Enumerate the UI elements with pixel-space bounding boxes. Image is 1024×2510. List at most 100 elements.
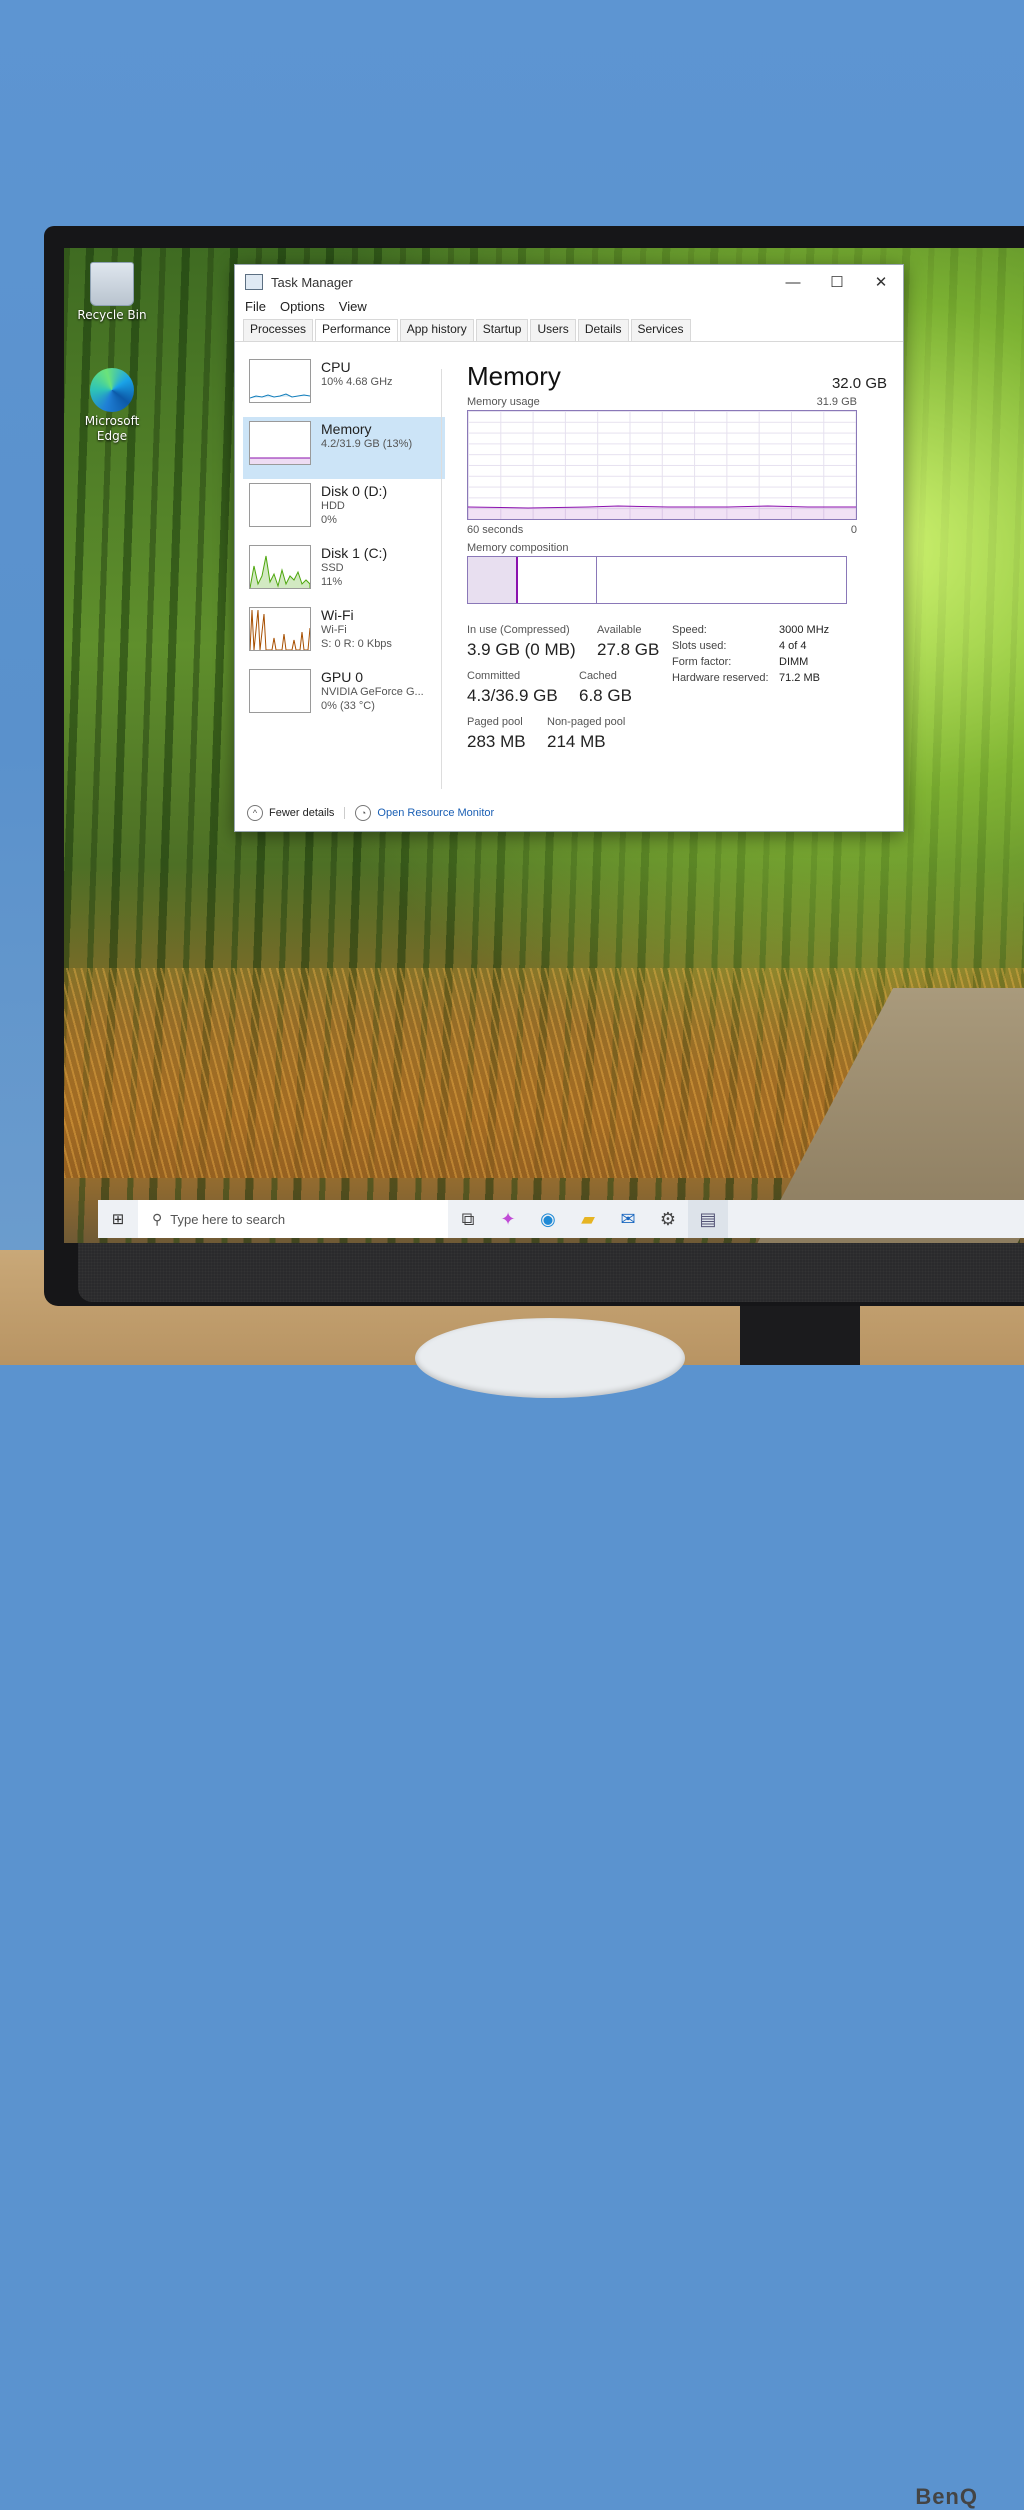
resource-name: GPU 0 [321,669,364,685]
tab-startup[interactable]: Startup [475,319,529,341]
mail-icon[interactable]: ✉ [608,1200,648,1238]
desktop-icon-label: Recycle Bin [77,308,147,322]
tab-app-history[interactable]: App history [399,319,474,341]
start-button[interactable]: ⊞ [98,1210,138,1228]
search-icon: ⚲ [152,1210,163,1227]
task-view-icon[interactable]: ⧉ [448,1200,488,1238]
recycle-bin-icon [90,262,134,306]
resource-disk-0[interactable]: Disk 0 (D:) HDD 0% [243,479,445,541]
search-placeholder: Type here to search [170,1211,286,1227]
resource-detail-2: 0% [321,514,337,526]
resource-detail-2: 0% (33 °C) [321,700,375,712]
memory-composition-bar [467,556,847,604]
memory-total: 32.0 GB [831,375,887,392]
memory-panel: Memory 32.0 GB Memory usage 31.9 GB 60 s… [467,361,887,774]
spec-value: 3000 MHz [779,624,830,636]
edge-icon[interactable]: ◉ [528,1200,568,1238]
windows-logo-icon: ⊞ [111,1210,125,1228]
resource-detail-2: 11% [321,576,343,588]
close-button[interactable]: ✕ [859,267,903,297]
copilot-icon[interactable]: ✦ [488,1200,528,1238]
resource-detail: Wi-Fi [321,624,347,636]
spec-key: Slots used: [672,640,727,652]
resource-detail: 4.2/31.9 GB (13%) [321,438,413,450]
resource-monitor-icon: ◔ [355,805,372,821]
settings-icon[interactable]: ⚙ [648,1200,688,1238]
wifi-thumbnail-graph [249,607,311,651]
cached-value: 6.8 GB [579,686,632,705]
committed-value: 4.3/36.9 GB [467,686,558,705]
composition-in-use [468,557,518,603]
tab-details[interactable]: Details [577,319,629,341]
spec-key: Hardware reserved: [672,672,769,684]
resource-gpu-0[interactable]: GPU 0 NVIDIA GeForce G... 0% (33 °C) [243,665,445,727]
resource-name: Disk 0 (D:) [321,483,388,499]
in-use-label: In use (Compressed) [467,624,570,636]
monitor-chin: BenQ [78,1240,1024,2509]
cached-label: Cached [579,670,617,682]
footer: ^ Fewer details ◔ Open Resource Monitor [247,805,494,821]
available-value: 27.8 GB [597,640,660,659]
resource-detail: 10% 4.68 GHz [321,376,393,388]
memory-usage-graph [467,410,857,520]
memory-thumbnail-graph [249,421,311,465]
taskbar: ⊞ ⚲ Type here to search ⧉ ✦ ◉ ▰ ✉ ⚙ ▤ [98,1200,1024,1238]
menu-file[interactable]: File [245,299,266,319]
resource-list: CPU 10% 4.68 GHz Memory 4.2/31.9 GB (13%… [243,355,445,775]
window-title: Task Manager [271,274,353,290]
minimize-button[interactable]: — [771,267,815,297]
resource-name: Disk 1 (C:) [321,545,388,561]
resource-memory[interactable]: Memory 4.2/31.9 GB (13%) [243,417,445,479]
panel-divider [441,369,442,789]
disk-1-thumbnail-graph [249,545,311,589]
tab-services[interactable]: Services [630,319,691,341]
edge-icon [90,368,134,412]
spec-key: Form factor: [672,656,732,668]
spec-value: DIMM [779,656,809,668]
title-bar[interactable]: Task Manager — ☐ ✕ [235,265,903,299]
tab-performance[interactable]: Performance [315,319,398,341]
graph-time-label: 60 seconds [467,524,524,536]
composition-free [597,557,846,603]
in-use-value: 3.9 GB (0 MB) [467,640,576,659]
menu-options[interactable]: Options [280,299,325,319]
spec-value: 71.2 MB [779,672,820,684]
resource-name: CPU [321,359,351,375]
gpu-thumbnail-graph [249,669,311,713]
maximize-button[interactable]: ☐ [815,267,859,297]
desktop-icon-edge[interactable]: Microsoft Edge [72,368,152,444]
fewer-details-link[interactable]: Fewer details [269,807,346,819]
paged-pool-value: 283 MB [467,732,526,751]
resource-detail: SSD [321,562,344,574]
paged-pool-label: Paged pool [467,716,523,728]
tab-processes[interactable]: Processes [243,319,314,341]
resource-name: Wi-Fi [321,607,354,623]
resource-detail-2: S: 0 R: 0 Kbps [321,638,392,650]
menu-view[interactable]: View [339,299,367,319]
desktop-icon-label: Microsoft Edge [84,414,140,443]
resource-detail: NVIDIA GeForce G... [321,686,424,698]
task-manager-icon [245,274,263,290]
memory-title: Memory [467,361,561,391]
non-paged-pool-value: 214 MB [547,732,606,751]
memory-composition-label: Memory composition [467,542,569,554]
resource-wifi[interactable]: Wi-Fi Wi-Fi S: 0 R: 0 Kbps [243,603,445,665]
desktop-icon-recycle-bin[interactable]: Recycle Bin [72,262,152,323]
spec-key: Speed: [672,624,707,636]
resource-disk-1[interactable]: Disk 1 (C:) SSD 11% [243,541,445,603]
open-resource-monitor-link[interactable]: Open Resource Monitor [377,807,494,819]
committed-label: Committed [467,670,521,682]
search-box[interactable]: ⚲ Type here to search [138,1200,448,1238]
chevron-up-icon: ^ [247,805,263,821]
disk-0-thumbnail-graph [249,483,311,527]
available-label: Available [597,624,642,636]
file-explorer-icon[interactable]: ▰ [568,1200,608,1238]
task-manager-window: Task Manager — ☐ ✕ File Options View Pro… [234,264,904,832]
resource-detail: HDD [321,500,345,512]
non-paged-pool-label: Non-paged pool [547,716,626,728]
memory-stats: In use (Compressed) 3.9 GB (0 MB) Availa… [467,624,887,774]
resource-cpu[interactable]: CPU 10% 4.68 GHz [243,355,445,417]
tab-users[interactable]: Users [530,319,576,341]
memory-usage-label: Memory usage [467,396,540,408]
task-manager-icon[interactable]: ▤ [688,1200,728,1238]
